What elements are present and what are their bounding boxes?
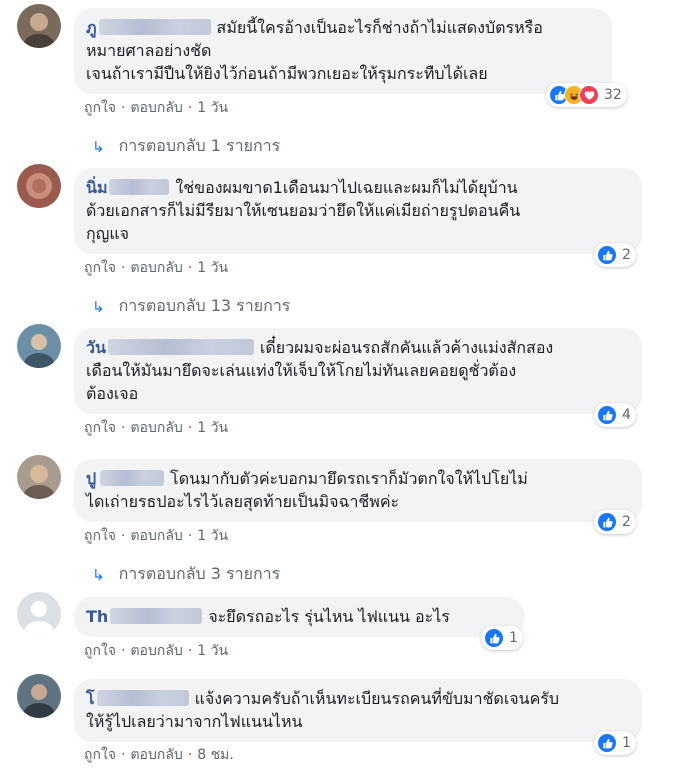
separator: · [121,643,126,659]
reply-link[interactable]: ตอบกลับ [130,260,182,276]
reaction-count: 1 [509,630,518,646]
like-icon [597,405,617,425]
comment-text-line: ไดเถ่ายรธปอะไรไว้เลยสุดท้ายเป็นมิจฉาชีพค… [86,492,400,511]
reply-arrow-icon: ↳ [92,565,105,584]
comment-text-line: กุญแจ [86,224,130,243]
reaction-summary[interactable]: 2 [594,243,636,267]
separator: · [121,260,126,276]
separator: · [187,528,193,544]
comment-actions: ถูกใจ · ตอบกลับ · 1 วัน [84,525,228,547]
reply-arrow-icon: ↳ [92,137,105,156]
comment-actions: ถูกใจ · ตอบกลับ · 1 วัน [84,257,228,279]
like-link[interactable]: ถูกใจ [84,100,116,116]
view-replies-link[interactable]: ↳ การตอบกลับ 1 รายการ [92,134,280,159]
view-replies-link[interactable]: ↳ การตอบกลับ 13 รายการ [92,294,290,319]
replies-count-label: การตอบกลับ 1 รายการ [118,136,281,155]
comment-text-line: เจนถ้าเรามีปืนให้ยิงไว้ก่อนถ้ามีพวกเยอะใ… [86,64,488,83]
comment-text-line: เดือนให้มันมายึดจะเล่นแท่งให้เจ็บให้โกยไ… [86,361,517,380]
avatar[interactable] [17,164,61,208]
comment-bubble: ปู โดนมากับตัวค่ะบอกมายึดรถเราก็มัวตกใจให… [74,459,642,522]
like-link[interactable]: ถูกใจ [84,260,116,276]
separator: · [121,528,126,544]
comment-time[interactable]: 1 วัน [197,100,228,116]
love-icon [579,85,599,105]
separator: · [187,100,193,116]
comment-text-line: แจ้งความครับถ้าเห็นทะเบียนรถคนที่ขับมาชั… [194,689,560,708]
comment-time[interactable]: 1 วัน [197,260,228,276]
comment-bubble: ภู สมัยนี้ใครอ้างเป็นอะไรก็ช่างถ้าไม่แสดง… [74,8,612,94]
reply-arrow-icon: ↳ [92,297,105,316]
comment-author[interactable]: นิ่ม [86,178,175,197]
reaction-summary[interactable]: 2 [594,510,636,534]
reply-link[interactable]: ตอบกลับ [130,100,182,116]
comment-time[interactable]: 8 ชม. [197,747,234,763]
reaction-summary[interactable]: 4 [594,403,636,427]
comment-text-line: สมัยนี้ใครอ้างเป็นอะไรก็ช่างถ้าไม่แสดงบั… [216,18,543,37]
separator: · [187,747,193,763]
reply-link[interactable]: ตอบกลับ [130,747,182,763]
reaction-summary[interactable]: 1 [481,626,523,650]
like-icon [484,628,504,648]
comment-actions: ถูกใจ · ตอบกลับ · 1 วัน [84,97,228,119]
comment-author[interactable]: ภู [86,18,217,37]
separator: · [121,747,126,763]
avatar[interactable] [17,455,61,499]
like-link[interactable]: ถูกใจ [84,420,116,436]
comment-bubble: Th จะยึดรถอะไร รุ่นไหน ไฟแนน อะไร [74,597,524,637]
like-icon [597,245,617,265]
comment-text-line: จะยึดรถอะไร รุ่นไหน ไฟแนน อะไร [208,607,450,626]
like-link[interactable]: ถูกใจ [84,747,116,763]
reaction-count: 4 [622,407,631,423]
avatar[interactable] [17,674,61,718]
comment-actions: ถูกใจ · ตอบกลับ · 8 ชม. [84,744,234,766]
reaction-summary[interactable]: 1 [594,731,636,755]
view-replies-link[interactable]: ↳ การตอบกลับ 3 รายการ [92,562,280,587]
comment-actions: ถูกใจ · ตอบกลับ · 1 วัน [84,640,228,662]
comment-actions: ถูกใจ · ตอบกลับ · 1 วัน [84,417,228,439]
avatar[interactable] [17,592,61,636]
avatar[interactable] [17,4,61,48]
avatar[interactable] [17,324,61,368]
reply-link[interactable]: ตอบกลับ [130,528,182,544]
comment-author[interactable]: วัน [86,338,260,357]
replies-count-label: การตอบกลับ 13 รายการ [118,296,291,315]
separator: · [187,260,193,276]
replies-count-label: การตอบกลับ 3 รายการ [118,564,281,583]
comment-bubble: วัน เดี๋ยวผมจะผ่อนรถสักคันแล้วค้างแม่งสัก… [74,328,642,414]
comment-time[interactable]: 1 วัน [197,528,228,544]
like-link[interactable]: ถูกใจ [84,528,116,544]
comment-bubble: โแจ้งความครับถ้าเห็นทะเบียนรถคนที่ขับมาช… [74,679,642,742]
comment-text-line: หมายศาลอย่างชัด [86,41,212,60]
like-icon [597,512,617,532]
comment-time[interactable]: 1 วัน [197,420,228,436]
comment-text-line: โดนมากับตัวค่ะบอกมายึดรถเราก็มัวตกใจให้ไ… [170,469,528,488]
separator: · [121,420,126,436]
like-icon [597,733,617,753]
comment-text-line: ด้วยเอกสารก็ไม่มีรียมาให้เซนยอมว่ายึดให้… [86,201,521,220]
comment-bubble: นิ่ม ใช่ของผมขาด1เดือนมาไปเฉยและผมก็ไม่ได… [74,168,642,254]
comment-text-line: ใช่ของผมขาด1เดือนมาไปเฉยและผมก็ไม่ได้ยุบ… [175,178,518,197]
reaction-count: 2 [622,514,631,530]
reaction-summary[interactable]: 32 [546,83,627,107]
comment-text-line: เดี๋ยวผมจะผ่อนรถสักคันแล้วค้างแม่งสักสอง [259,338,554,357]
reaction-count: 1 [622,735,631,751]
like-link[interactable]: ถูกใจ [84,643,116,659]
separator: · [187,643,193,659]
separator: · [121,100,126,116]
reply-link[interactable]: ตอบกลับ [130,420,182,436]
reaction-count: 2 [622,247,631,263]
reaction-count: 32 [604,87,622,103]
comment-author[interactable]: ปู [86,469,170,488]
comment-text-line: ให้รู้ไปเลยว่ามาจากไฟแนนไหน [86,712,303,731]
reply-link[interactable]: ตอบกลับ [130,643,182,659]
separator: · [187,420,193,436]
comment-author[interactable]: โ [86,689,195,708]
comment-time[interactable]: 1 วัน [197,643,228,659]
comment-author[interactable]: Th [86,607,208,626]
comment-text-line: ต้องเจอ [86,384,139,403]
